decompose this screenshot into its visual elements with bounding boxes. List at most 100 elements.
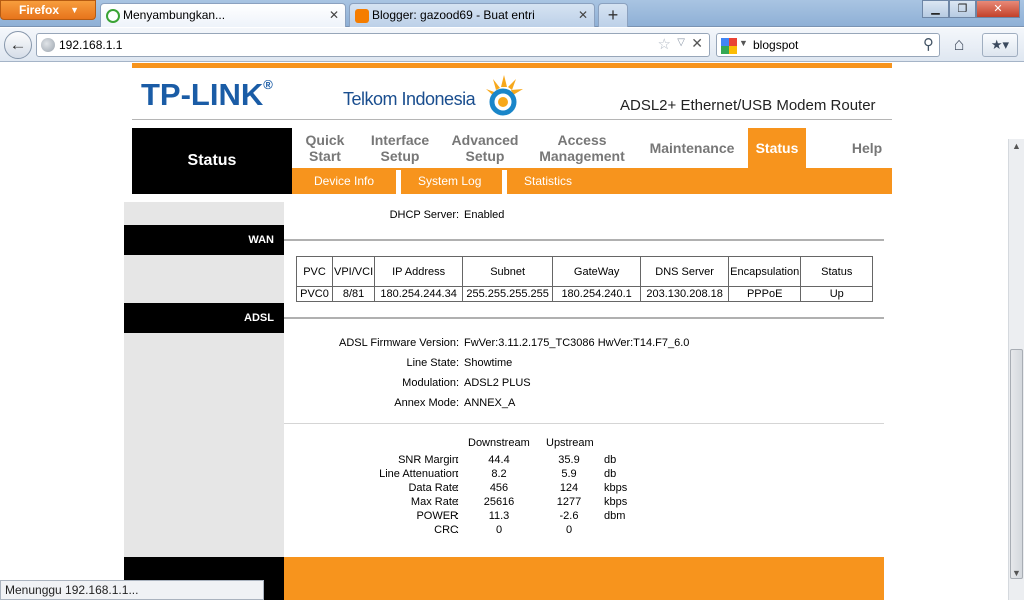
stat-unit: dbm (604, 510, 626, 522)
modulation-label: Modulation (402, 377, 456, 389)
main-menu: Quick Start Interface Setup Advanced Set… (292, 128, 892, 168)
close-window-button[interactable]: ✕ (976, 0, 1020, 18)
chevron-down-icon[interactable]: ▼ (739, 38, 748, 48)
vertical-scrollbar[interactable]: ▲ ▼ (1008, 139, 1024, 600)
search-bar[interactable]: ▼ ⚲ (716, 33, 940, 57)
firefox-menu-label: Firefox (19, 3, 60, 17)
submenu-separator (396, 170, 401, 194)
dhcp-label: DHCP Server (389, 209, 456, 221)
stat-downstream-value: 456 (489, 482, 509, 494)
scrollbar-thumb[interactable] (1010, 349, 1023, 579)
back-arrow-icon[interactable]: ← (4, 31, 32, 59)
menu-help[interactable]: Help (842, 128, 892, 168)
stat-unit: db (604, 454, 617, 466)
kv-colon: : (456, 510, 460, 522)
tab-blogger[interactable]: Blogger: gazood69 - Buat entri ✕ (349, 3, 595, 27)
kv-colon: : (456, 482, 460, 494)
footer-right (284, 557, 884, 600)
section-divider (284, 317, 884, 319)
close-tab-icon[interactable]: ✕ (329, 4, 339, 26)
downstream-header: Downstream (468, 437, 530, 449)
browser-window: Firefox ▼ Menyambungkan... ✕ Blogger: ga… (0, 0, 1024, 600)
telkom-logo-icon (486, 75, 523, 116)
submenu-separator (502, 170, 507, 194)
table-header: PVC (296, 256, 333, 287)
stat-label: Max Rate (410, 496, 458, 508)
globe-icon (41, 38, 55, 52)
stat-upstream-value: 1277 (556, 496, 582, 508)
kv-colon: : (456, 337, 460, 349)
url-bar[interactable]: ☆ ▽ ✕ (36, 33, 710, 57)
search-input[interactable] (753, 36, 913, 54)
tab-router[interactable]: Menyambungkan... ✕ (100, 3, 346, 27)
submenu-system-log[interactable]: System Log (418, 168, 481, 194)
stat-label: POWER (416, 510, 458, 522)
table-cell: PPPoE (728, 286, 802, 302)
status-side-panel (124, 202, 284, 600)
line-state-label: Line State (406, 357, 456, 369)
section-divider (284, 239, 884, 241)
annex-mode-value: ANNEX_A (464, 397, 516, 409)
submenu-statistics[interactable]: Statistics (524, 168, 572, 194)
chevron-down-icon[interactable]: ▽ (677, 37, 685, 48)
maximize-button[interactable]: ❐ (949, 0, 976, 18)
scroll-down-icon[interactable]: ▼ (1012, 568, 1021, 578)
stat-upstream-value: 5.9 (561, 468, 577, 480)
menu-advanced-setup[interactable]: Advanced Setup (444, 128, 526, 168)
table-cell: 255.255.255.255 (462, 286, 554, 302)
stat-downstream-value: 0 (495, 524, 503, 536)
kv-colon: : (456, 454, 460, 466)
close-tab-icon[interactable]: ✕ (578, 4, 588, 26)
minimize-button[interactable]: ▁ (922, 0, 949, 18)
stop-icon[interactable]: ✕ (691, 35, 703, 52)
upstream-header: Upstream (546, 437, 594, 449)
table-cell: 8/81 (331, 286, 376, 302)
table-header: Status (800, 256, 874, 287)
new-tab-button[interactable]: + (598, 3, 628, 27)
table-cell: 203.130.208.18 (640, 286, 730, 302)
stat-label: SNR Margin (398, 454, 458, 466)
stat-downstream-value: 11.3 (488, 510, 510, 522)
kv-colon: : (456, 397, 460, 409)
menu-access-management[interactable]: Access Management (532, 128, 632, 168)
chevron-down-icon: ▼ (70, 5, 79, 15)
home-icon[interactable]: ⌂ (946, 33, 972, 57)
status-bar: Menunggu 192.168.1.1... (0, 580, 264, 600)
table-header: VPI/VCI (331, 256, 376, 287)
stat-upstream-value: 124 (559, 482, 579, 494)
stat-downstream-value: 8.2 (491, 468, 507, 480)
stat-label: CRC (434, 524, 458, 536)
table-row: PVC0 8/81 180.254.244.34 255.255.255.255… (296, 286, 874, 302)
adsl-firmware-value: FwVer:3.11.2.175_TC3086 HwVer:T14.F7_6.0 (464, 337, 690, 349)
scroll-up-icon[interactable]: ▲ (1012, 141, 1021, 151)
table-header: IP Address (374, 256, 464, 287)
modulation-value: ADSL2 PLUS (464, 377, 531, 389)
tplink-logo: TP-LINK® (141, 77, 273, 112)
submenu-device-info[interactable]: Device Info (314, 168, 374, 194)
kv-colon: : (456, 468, 460, 480)
telkom-logo-text: Telkom Indonesia (343, 89, 476, 109)
stat-downstream-value: 25616 (483, 496, 515, 508)
menu-quick-start[interactable]: Quick Start (292, 128, 358, 168)
bookmark-star-icon[interactable]: ☆ (658, 35, 671, 53)
stat-unit: kbps (604, 496, 628, 508)
menu-status[interactable]: Status (748, 128, 806, 168)
kv-colon: : (456, 209, 460, 221)
stat-label: Line Attenuation (379, 468, 458, 480)
url-input[interactable] (59, 36, 659, 54)
adsl-section-label: ADSL (124, 303, 284, 333)
menu-interface-setup[interactable]: Interface Setup (364, 128, 436, 168)
menu-maintenance[interactable]: Maintenance (642, 128, 742, 168)
google-icon[interactable] (721, 38, 737, 54)
tab-bar: Firefox ▼ Menyambungkan... ✕ Blogger: ga… (0, 0, 1024, 27)
page-content: TP-LINK® Telkom Indonesia ADSL2+ Etherne… (0, 63, 1008, 600)
table-header-row: PVC VPI/VCI IP Address Subnet GateWay DN… (296, 256, 874, 287)
stat-label: Data Rate (408, 482, 458, 494)
firefox-menu-button[interactable]: Firefox ▼ (0, 0, 96, 20)
magnifier-icon[interactable]: ⚲ (923, 35, 934, 53)
bookmarks-icon[interactable]: ★▾ (982, 33, 1018, 57)
table-cell: 180.254.244.34 (374, 286, 464, 302)
wan-section-label: WAN (124, 225, 284, 255)
sub-menu: Device Info System Log Statistics (292, 168, 892, 194)
table-header: DNS Server (640, 256, 730, 287)
